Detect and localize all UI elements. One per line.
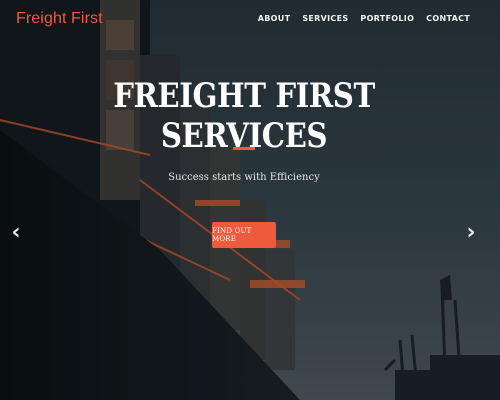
- chevron-left-icon[interactable]: ‹: [6, 220, 26, 246]
- find-out-more-button[interactable]: FIND OUT MORE: [212, 222, 276, 248]
- chevron-right-icon[interactable]: ›: [461, 220, 481, 246]
- brand-logo[interactable]: Freight First: [16, 10, 103, 28]
- nav-link-about[interactable]: ABOUT: [258, 14, 291, 23]
- nav-link-services[interactable]: SERVICES: [302, 14, 348, 23]
- nav-link-portfolio[interactable]: PORTFOLIO: [360, 14, 414, 23]
- navbar: Freight First ABOUT SERVICES PORTFOLIO C…: [0, 0, 500, 40]
- hero-background-image: [0, 0, 500, 400]
- nav-links: ABOUT SERVICES PORTFOLIO CONTACT: [258, 14, 470, 23]
- hero-section: Freight First ABOUT SERVICES PORTFOLIO C…: [0, 0, 500, 400]
- title-divider: [233, 147, 255, 150]
- hero-title: FREIGHT FIRST SERVICES: [113, 76, 375, 156]
- nav-link-contact[interactable]: CONTACT: [426, 14, 470, 23]
- hero-subtitle: Success starts with Efficiency: [168, 172, 320, 183]
